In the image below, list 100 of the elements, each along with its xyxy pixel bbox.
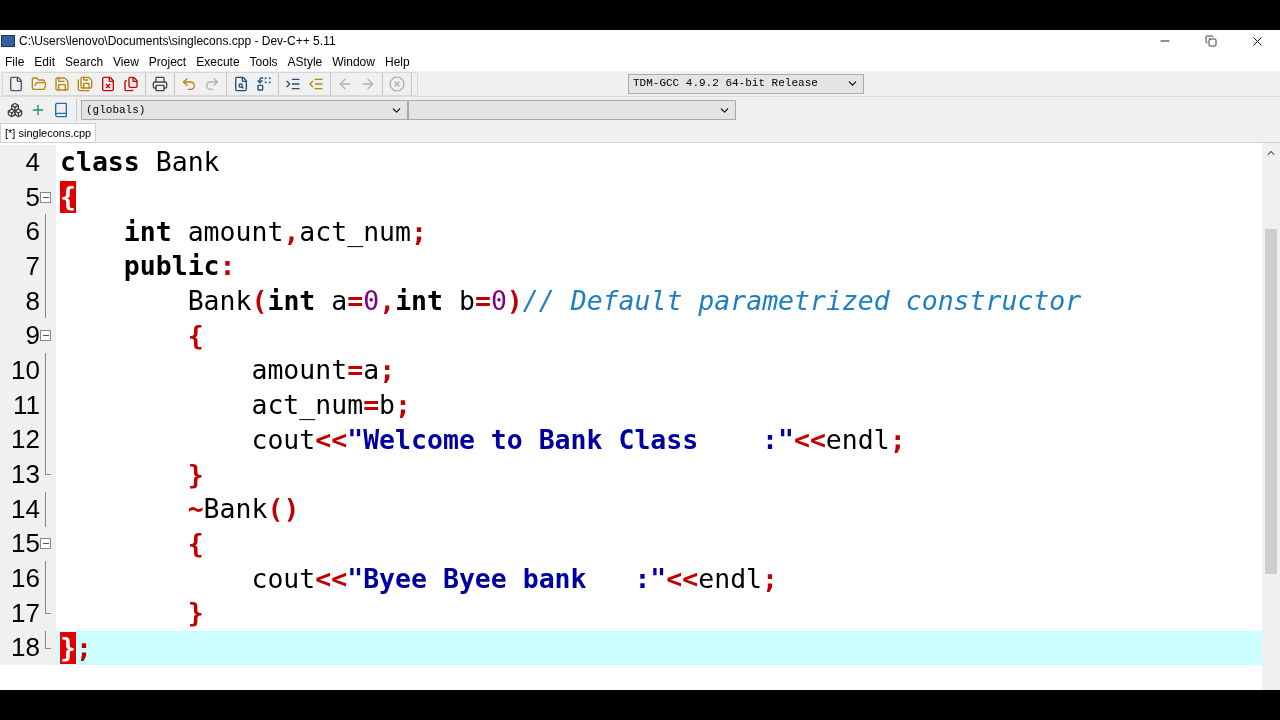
menu-item[interactable]: Window: [327, 52, 380, 71]
code-token: =: [363, 389, 380, 422]
code-token: endl: [698, 562, 763, 595]
code-token: ~: [186, 493, 204, 526]
code-token: <<: [793, 423, 826, 456]
fold-line: [45, 491, 46, 527]
menu-item[interactable]: Search: [60, 52, 109, 71]
scrollbar-thumb[interactable]: [1265, 229, 1277, 574]
compiler-select[interactable]: TDM-GCC 4.9.2 64-bit Release: [628, 73, 864, 94]
line-number: 12: [10, 423, 40, 457]
code-token: public: [122, 250, 220, 283]
line-number: 9: [24, 319, 40, 353]
code-token: Bank: [154, 146, 220, 179]
replace-icon: [256, 75, 272, 92]
code-token: ;: [762, 562, 778, 595]
file-tab[interactable]: [*] singlecons.cpp: [0, 123, 97, 142]
save-all-icon: [77, 75, 93, 92]
code-token: act_num: [250, 389, 364, 422]
line-number: 7: [24, 249, 40, 283]
code-token: amount: [250, 354, 348, 387]
code-token: cout: [250, 562, 316, 595]
member-select[interactable]: [408, 100, 736, 120]
code-token: // Default parametrized constructor: [522, 285, 1082, 318]
line-number: 10: [10, 353, 40, 387]
vertical-scrollbar[interactable]: [1262, 143, 1280, 690]
line-number: 13: [10, 458, 40, 492]
window-title: C:\Users\lenovo\Documents\singlecons.cpp - Dev-C++ 5.11: [19, 33, 336, 50]
menu-item[interactable]: Project: [143, 52, 192, 71]
code-token: act_num: [299, 215, 412, 248]
line-number: 11: [12, 388, 40, 422]
code-token: ;: [75, 631, 92, 664]
close-file-icon: [100, 75, 116, 92]
file-icon: [8, 75, 24, 92]
menu-item[interactable]: Execute: [191, 52, 245, 71]
code-token: amount: [186, 215, 284, 248]
code-token: "Byee Byee bank :": [347, 562, 667, 595]
code-token: int: [122, 215, 172, 248]
search-icon: [233, 75, 249, 92]
menu-item[interactable]: Edit: [29, 52, 61, 71]
menu-item[interactable]: Tools: [244, 52, 283, 71]
code-token: <<: [666, 562, 699, 595]
code-token: a: [363, 354, 380, 387]
code-token: ;: [411, 215, 427, 248]
line-number: 16: [10, 562, 40, 596]
fold-toggle[interactable]: [40, 538, 51, 550]
code-token: =: [474, 285, 491, 318]
code-token: int: [395, 285, 443, 318]
restore-icon: [1205, 35, 1217, 47]
menu-item[interactable]: Help: [379, 52, 415, 71]
code-token: ;: [379, 354, 396, 387]
printer-icon: [152, 75, 168, 92]
code-token: {: [186, 527, 204, 560]
code-token: a: [330, 285, 348, 318]
code-token: "Welcome to Bank Class :": [347, 423, 794, 456]
code-token: (): [267, 493, 300, 526]
fold-toggle[interactable]: [40, 191, 51, 203]
code-token: }: [186, 458, 204, 491]
code-token: <<: [315, 423, 348, 456]
code-token: ,: [379, 285, 396, 318]
line-number: 8: [24, 284, 40, 318]
folder-icon: [31, 75, 47, 92]
code-token: 0: [490, 285, 507, 318]
code-token: }: [60, 631, 76, 664]
code-token: =: [347, 354, 364, 387]
code-token: ;: [889, 423, 906, 456]
fold-line: [45, 561, 46, 596]
stop-icon: [389, 75, 405, 92]
code-token: Bank: [203, 493, 268, 526]
menu-item[interactable]: View: [108, 52, 144, 71]
code-token: Bank: [186, 285, 252, 318]
line-number: 17: [10, 596, 40, 630]
code-token: }: [186, 597, 204, 630]
code-token: ,: [283, 215, 300, 248]
code-token: endl: [825, 423, 890, 456]
menu-item[interactable]: AStyle: [282, 52, 328, 71]
line-number: 18: [10, 631, 40, 665]
app-icon: [1, 35, 15, 47]
code-token: b: [379, 389, 396, 422]
code-token: <<: [315, 562, 348, 595]
line-number: 5: [24, 180, 40, 214]
line-number: 14: [10, 492, 40, 526]
book-icon: [53, 102, 69, 118]
line-number: 6: [24, 215, 40, 249]
plus-icon: [30, 102, 46, 118]
undo-icon: [181, 75, 197, 92]
code-token: cout: [250, 423, 316, 456]
code-token: =: [347, 285, 364, 318]
code-token: ;: [395, 389, 412, 422]
menu-item[interactable]: File: [0, 52, 30, 71]
code-token: ): [506, 285, 523, 318]
redo-icon: [204, 75, 220, 92]
line-number: 15: [10, 527, 40, 561]
code-token: (: [251, 285, 268, 318]
fold-toggle[interactable]: [40, 330, 51, 342]
line-number: 4: [24, 145, 40, 179]
code-token: class: [60, 146, 140, 179]
save-icon: [54, 75, 70, 92]
code-token: 0: [363, 285, 380, 318]
scope-select[interactable]: (globals): [81, 100, 408, 120]
close-all-icon: [123, 75, 139, 92]
